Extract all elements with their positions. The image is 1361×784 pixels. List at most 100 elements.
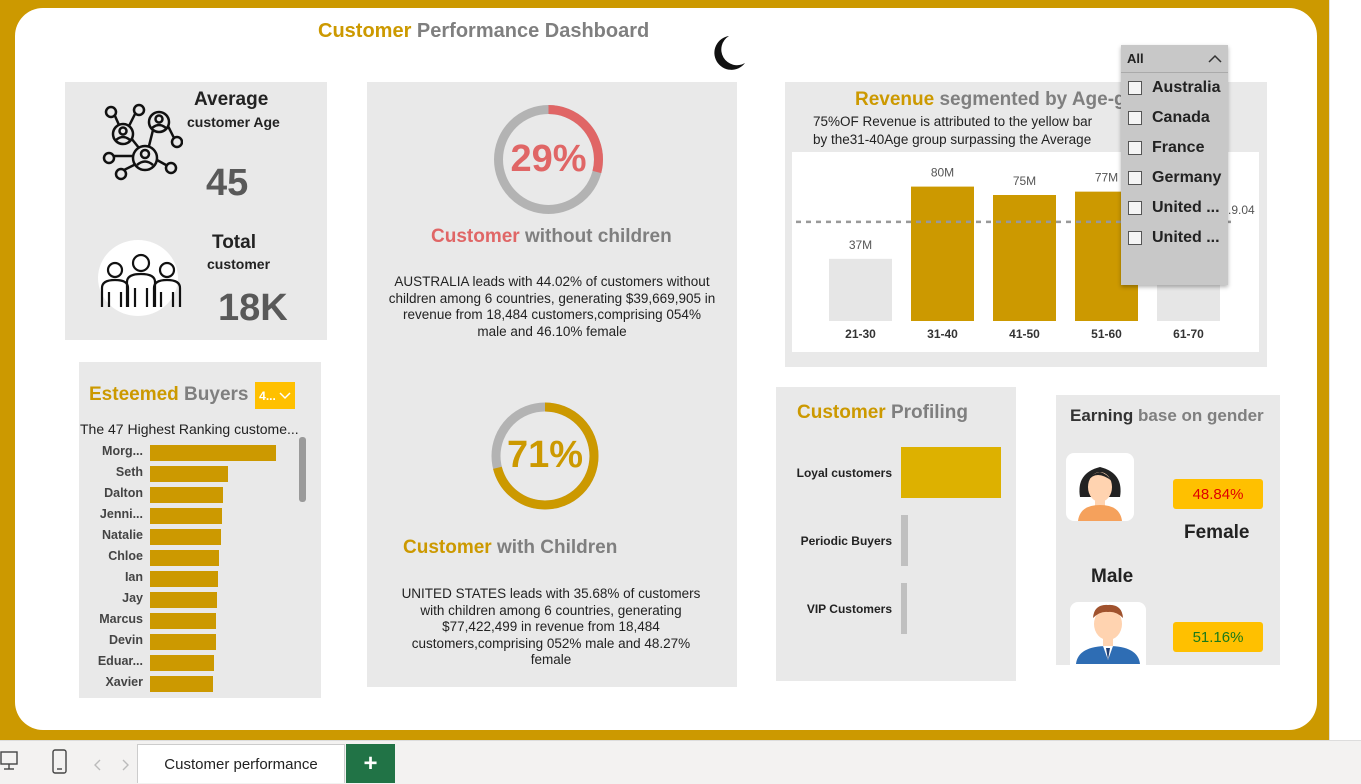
- chevron-left-icon[interactable]: [93, 759, 103, 771]
- male-percent-badge: 51.16%: [1173, 622, 1263, 652]
- buyers-title-rest: Buyers: [178, 384, 249, 405]
- buyers-bar-chart: Morg... Seth Dalton Jenni... Natalie Chloe Ian…: [79, 442, 299, 697]
- buyers-topn-dropdown[interactable]: 4...: [255, 382, 295, 409]
- female-percent-badge: 48.84%: [1173, 479, 1263, 509]
- buyer-bar[interactable]: [150, 466, 229, 482]
- slicer-item[interactable]: United ...: [1121, 223, 1228, 253]
- revenue-subtitle-1: 75%OF Revenue is attributed to the yello…: [813, 114, 1093, 129]
- chevron-down-icon: [279, 391, 291, 399]
- slicer-item[interactable]: Australia: [1121, 73, 1228, 103]
- checkbox[interactable]: [1128, 81, 1142, 95]
- buyer-bar[interactable]: [150, 676, 213, 692]
- buyer-name: Chloe: [108, 549, 143, 563]
- checkbox[interactable]: [1128, 201, 1142, 215]
- buyer-row[interactable]: Ian: [79, 568, 299, 589]
- checkbox[interactable]: [1128, 231, 1142, 245]
- buyer-name: Marcus: [99, 612, 143, 626]
- buyer-bar[interactable]: [150, 613, 216, 629]
- buyer-row[interactable]: Morg...: [79, 442, 299, 463]
- buyers-scrollbar[interactable]: [299, 437, 306, 502]
- buyer-bar[interactable]: [150, 550, 220, 566]
- dashboard-title-rest: Performance Dashboard: [411, 20, 650, 42]
- buyer-bar[interactable]: [150, 634, 216, 650]
- buyer-name: Xavier: [105, 675, 143, 689]
- slicer-item-label: United ...: [1152, 229, 1220, 246]
- buyer-bar[interactable]: [150, 529, 221, 545]
- gender-card: Earning base on gender 48.84% Female Mal…: [1056, 395, 1280, 680]
- slicer-header[interactable]: All: [1121, 45, 1228, 73]
- profiling-card: Customer Profiling Loyal customers Period…: [776, 387, 1016, 681]
- buyer-row[interactable]: Jay: [79, 589, 299, 610]
- avg-age-value: 45: [206, 162, 249, 204]
- buyer-name: Jay: [122, 591, 143, 605]
- buyer-row[interactable]: Xavier: [79, 673, 299, 694]
- buyer-bar[interactable]: [150, 592, 217, 608]
- buyer-row[interactable]: Eduar...: [79, 652, 299, 673]
- dashboard-title-accent: Customer: [318, 20, 412, 42]
- buyer-bar[interactable]: [150, 487, 224, 503]
- buyer-name: Dalton: [104, 486, 143, 500]
- buyer-bar[interactable]: [150, 445, 276, 461]
- buyer-bar[interactable]: [150, 655, 215, 671]
- slicer-item[interactable]: United ...: [1121, 193, 1228, 223]
- checkbox[interactable]: [1128, 171, 1142, 185]
- children-card: 29% Customer without children AUSTRALIA …: [367, 82, 737, 687]
- chevron-right-icon[interactable]: [120, 759, 130, 771]
- profiling-label: Periodic Buyers: [800, 534, 892, 548]
- profiling-bar[interactable]: [901, 515, 908, 566]
- slicer-item-label: Germany: [1152, 169, 1222, 186]
- revenue-average-label: .9.04: [1228, 203, 1255, 217]
- buyers-title: Esteemed Buyers: [89, 384, 248, 406]
- revenue-bar[interactable]: [993, 195, 1056, 321]
- revenue-subtitle-2: by the31-40Age group surpassing the Aver…: [813, 132, 1092, 147]
- chevron-up-icon[interactable]: [1208, 54, 1222, 63]
- buyer-name: Morg...: [102, 444, 143, 458]
- buyer-row[interactable]: Chloe: [79, 547, 299, 568]
- donut-with-percent: 71%: [506, 434, 584, 476]
- profiling-label: VIP Customers: [806, 602, 892, 616]
- slicer-item[interactable]: Canada: [1121, 103, 1228, 133]
- slicer-item-label: Canada: [1152, 109, 1210, 126]
- age-card: Average customer Age 45 Total customer 1…: [65, 82, 327, 340]
- female-avatar: [1066, 453, 1134, 521]
- profiling-title: Customer Profiling: [797, 402, 968, 424]
- dashboard-title: Customer Performance Dashboard: [318, 20, 649, 43]
- buyers-subtitle: The 47 Highest Ranking custome...: [80, 421, 299, 437]
- male-avatar-icon: [1076, 604, 1140, 664]
- slicer-list: Australia Canada France Germany United ... Un…: [1121, 73, 1228, 253]
- buyer-row[interactable]: Marcus: [79, 610, 299, 631]
- moon-icon[interactable]: [707, 33, 747, 73]
- slicer-header-label: All: [1127, 51, 1144, 66]
- total-customer-title: Total: [212, 232, 256, 253]
- slicer-item[interactable]: Germany: [1121, 163, 1228, 193]
- buyer-row[interactable]: Dalton: [79, 484, 299, 505]
- country-slicer-dropdown[interactable]: All Australia Canada France Germany United .…: [1121, 45, 1228, 285]
- slicer-item[interactable]: France: [1121, 133, 1228, 163]
- tab-customer-performance[interactable]: Customer performance: [137, 744, 345, 783]
- desktop-view-icon[interactable]: [0, 750, 20, 772]
- with-children-title-accent: Customer: [403, 537, 492, 558]
- profiling-bar[interactable]: [901, 583, 907, 634]
- buyer-bar[interactable]: [150, 571, 219, 587]
- revenue-data-label: 37M: [849, 238, 872, 252]
- revenue-bar[interactable]: [911, 186, 974, 321]
- female-label: Female: [1184, 522, 1250, 543]
- without-children-title: Customer without children: [431, 226, 672, 248]
- profiling-bar[interactable]: [901, 447, 1001, 498]
- buyer-row[interactable]: Jenni...: [79, 505, 299, 526]
- revenue-bar[interactable]: [829, 258, 892, 321]
- buyer-row[interactable]: Devin: [79, 631, 299, 652]
- checkbox[interactable]: [1128, 111, 1142, 125]
- slicer-item-label: Australia: [1152, 79, 1221, 96]
- revenue-data-label: 80M: [931, 166, 954, 180]
- revenue-axis-label: 51-60: [1091, 327, 1122, 341]
- buyer-row[interactable]: Seth: [79, 463, 299, 484]
- add-page-button[interactable]: +: [346, 744, 395, 783]
- profiling-label: Loyal customers: [796, 466, 892, 480]
- total-customer-subtitle: customer: [207, 256, 271, 272]
- mobile-view-icon[interactable]: [52, 749, 68, 775]
- checkbox[interactable]: [1128, 141, 1142, 155]
- buyer-row[interactable]: Natalie: [79, 526, 299, 547]
- buyer-bar[interactable]: [150, 508, 222, 524]
- with-children-text: UNITED STATES leads with 35.68% of custo…: [401, 586, 701, 667]
